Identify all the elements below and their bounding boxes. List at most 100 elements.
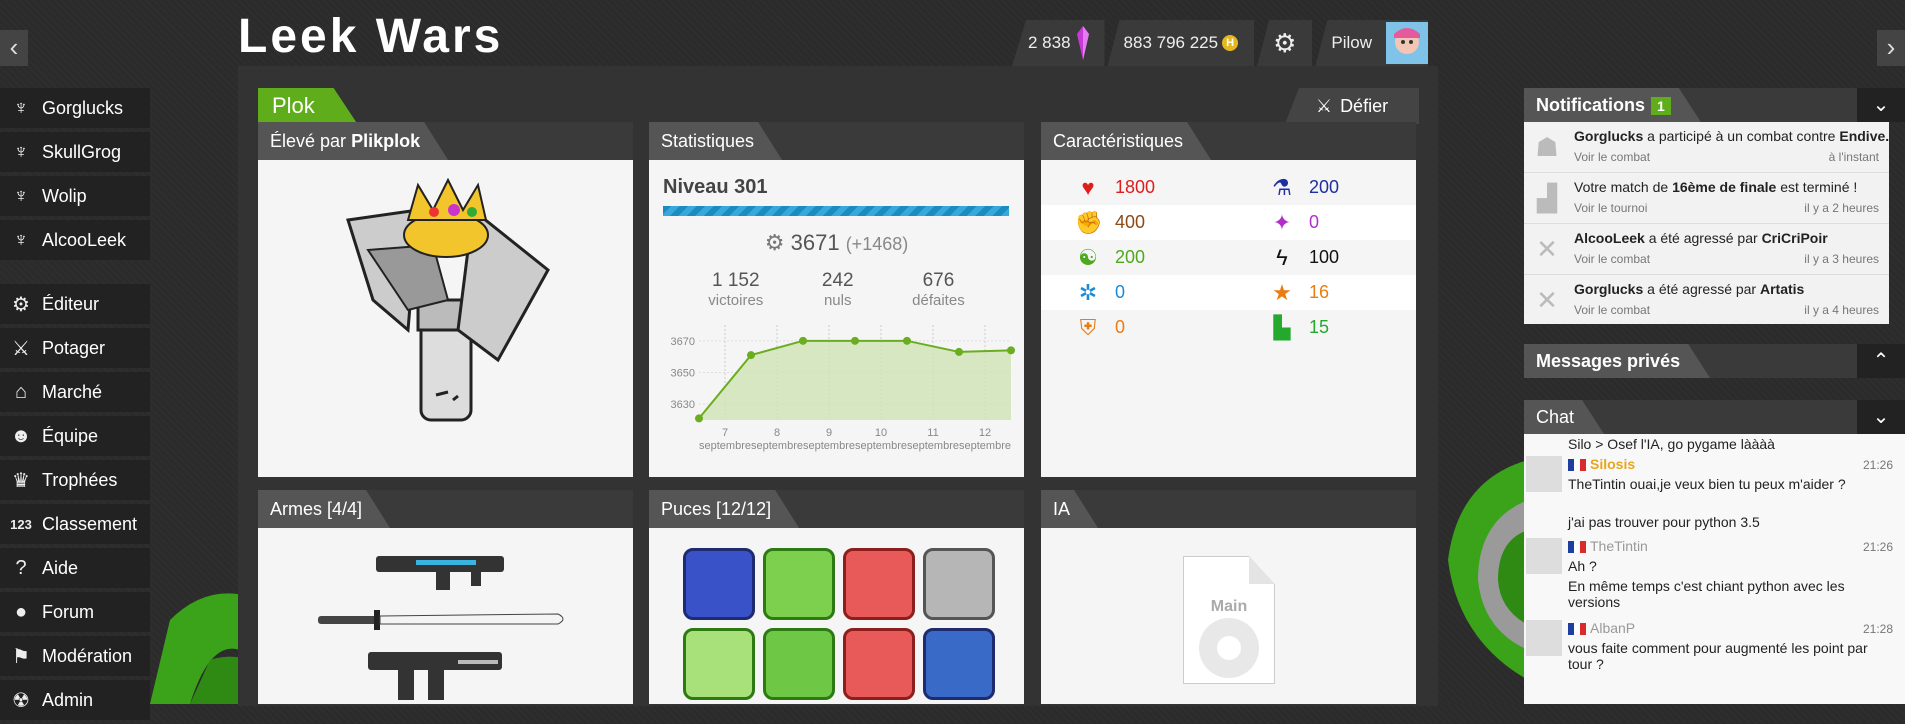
notification-item[interactable]: ✕ Gorglucks a été agressé par Artatis Voir…: [1524, 275, 1889, 324]
x-tick-label: 12 septembre: [959, 427, 1011, 452]
notification-link[interactable]: Voir le tournoi: [1574, 201, 1647, 215]
characteristic: ϟ 100: [1269, 245, 1339, 271]
chevron-down-icon[interactable]: ⌄: [1857, 88, 1905, 122]
talent-point: [695, 414, 703, 423]
sidebar-item-ranking[interactable]: 123 Classement: [0, 504, 150, 544]
chip-lightning[interactable]: [843, 548, 915, 620]
chip-cure[interactable]: [683, 628, 755, 700]
chips-header: Puces [12/12]: [649, 490, 799, 528]
background-leek-right: [1448, 460, 1528, 680]
sidebar-item-editor[interactable]: ⚙ Éditeur: [0, 284, 150, 324]
defeats-count: 676 défaites: [912, 270, 965, 309]
characteristic: ♥ 1800: [1075, 175, 1155, 201]
ai-gear-icon: [1199, 618, 1259, 678]
sidebar-item-help[interactable]: ? Aide: [0, 548, 150, 588]
chevron-up-icon[interactable]: ⌃: [1857, 344, 1905, 378]
chat-author[interactable]: TheTintin: [1568, 538, 1905, 554]
characteristic-row: ⛨ 0 ▙ 15: [1041, 310, 1416, 345]
talent: ⚙ 3671 (+1468): [649, 230, 1024, 256]
sidebar-leek-alcooleek[interactable]: ♆ AlcooLeek: [0, 220, 150, 260]
chip-wall[interactable]: [923, 548, 995, 620]
crystals-counter[interactable]: 2 838: [1012, 20, 1105, 66]
notification-item[interactable]: ☗ Gorglucks a participé à un combat contr…: [1524, 122, 1889, 173]
habs-icon: H: [1222, 35, 1239, 51]
leek-icon: ♆: [13, 96, 29, 119]
resistance-icon: ⛨: [1079, 314, 1097, 340]
chat-author[interactable]: AlbanP: [1568, 620, 1905, 636]
challenge-button[interactable]: ⚔ Défier: [1285, 88, 1419, 124]
talent-delta: (+1468): [845, 234, 909, 254]
talent-point: [1007, 346, 1015, 355]
chevron-down-icon[interactable]: ⌄: [1857, 400, 1905, 434]
notification-date: il y a 4 heures: [1804, 303, 1879, 317]
breeder-link[interactable]: Plikplok: [351, 131, 420, 151]
sidebar-item-garden[interactable]: ⚔ Potager: [0, 328, 150, 368]
characteristic: ✊ 400: [1075, 210, 1145, 236]
leek-wars-logo[interactable]: Leek Wars: [238, 8, 588, 58]
forum-icon: ●: [14, 600, 28, 623]
chat-avatar[interactable]: [1526, 456, 1562, 492]
notification-item[interactable]: ▟ Votre match de 16ème de finale est term…: [1524, 173, 1889, 224]
sidebar-item-label: Équipe: [42, 425, 99, 446]
sidebar-item-trophies[interactable]: ♛ Trophées: [0, 460, 150, 500]
characteristic-value: 100: [1309, 247, 1340, 267]
settings-button[interactable]: ⚙: [1257, 20, 1313, 66]
x-tick-label: 11 septembre: [907, 427, 959, 452]
sidebar-item-moderation[interactable]: ⚑ Modération: [0, 636, 150, 676]
notification-text: Votre match de 16ème de finale est termi…: [1574, 179, 1858, 195]
sidebar-item-team[interactable]: ☻ Équipe: [0, 416, 150, 456]
nav-left-arrow[interactable]: ‹: [0, 30, 28, 66]
x-tick-label: 7 septembre: [699, 427, 751, 452]
chip-protein[interactable]: [683, 548, 755, 620]
sidebar-leek-skullgrog[interactable]: ♆ SkullGrog: [0, 132, 150, 172]
characteristic-value: 400: [1115, 212, 1146, 232]
characteristic: ⛨ 0: [1075, 315, 1125, 341]
sidebar-leek-wolip[interactable]: ♆ Wolip: [0, 176, 150, 216]
sidebar-item-market[interactable]: ⌂ Marché: [0, 372, 150, 412]
nav-right-arrow[interactable]: ›: [1877, 30, 1905, 66]
user-menu[interactable]: Pilow: [1315, 20, 1429, 66]
chat-header: Chat: [1524, 400, 1604, 434]
leek-panel: Élevé par Plikplok: [258, 122, 633, 477]
ai-file[interactable]: Main: [1183, 556, 1275, 684]
chip-shield[interactable]: [763, 628, 835, 700]
characteristic-value: 200: [1115, 247, 1146, 267]
notification-item[interactable]: ✕ AlcooLeek a été agressé par CriCriPoir V…: [1524, 224, 1889, 275]
habs-counter[interactable]: 883 796 225 H: [1107, 20, 1255, 66]
y-tick-label: 3630: [671, 399, 695, 411]
sidebar-leeks: ♆ Gorglucks ♆ SkullGrog ♆ Wolip ♆ AlcooLeek: [0, 88, 150, 264]
weapon-gun[interactable]: [368, 646, 508, 704]
notification-link[interactable]: Voir le combat: [1574, 150, 1650, 164]
characteristic: ▙ 15: [1269, 315, 1330, 341]
chat-time: 21:28: [1862, 622, 1893, 636]
top-bar: 2 838 883 796 225 H ⚙ Pilow: [1012, 20, 1431, 66]
characteristic-row: ✲ 0 ★ 16: [1041, 275, 1416, 310]
ai-panel: IA Main: [1041, 490, 1416, 704]
notification-text: AlcooLeek a été agressé par CriCriPoir: [1574, 230, 1828, 246]
weapon-rocket-launcher[interactable]: [376, 548, 506, 592]
tournament-icon: ▟: [1537, 183, 1557, 213]
sidebar-item-label: Modération: [42, 645, 133, 666]
chip-armor[interactable]: [923, 628, 995, 700]
agility-icon: ✲: [1078, 279, 1098, 305]
notification-link[interactable]: Voir le combat: [1574, 252, 1650, 266]
chip-flame[interactable]: [843, 628, 915, 700]
stats-panel: Statistiques Niveau 301 ⚙ 3671 (+1468) 1…: [649, 122, 1024, 477]
chat-message-text: Silo > Osef l'IA, go pygame làààà: [1568, 436, 1775, 452]
chat-avatar[interactable]: [1526, 538, 1562, 574]
wisdom-icon: ☯: [1078, 244, 1098, 270]
sidebar-item-label: Classement: [42, 513, 138, 534]
weapon-katana[interactable]: [318, 608, 568, 632]
leek-level: Niveau 301: [663, 176, 768, 198]
characteristic-value: 0: [1115, 282, 1126, 302]
ranking-icon: 123: [10, 516, 32, 532]
sidebar-item-forum[interactable]: ● Forum: [0, 592, 150, 632]
chat-time: 21:26: [1862, 540, 1893, 554]
notifications-header: Notifications 1: [1524, 88, 1701, 122]
notification-link[interactable]: Voir le combat: [1574, 303, 1650, 317]
sidebar-leek-gorglucks[interactable]: ♆ Gorglucks: [0, 88, 150, 128]
chat-avatar[interactable]: [1526, 620, 1562, 656]
sidebar-item-admin[interactable]: ☢ Admin: [0, 680, 150, 720]
chat-author[interactable]: Silosis: [1568, 456, 1905, 472]
chip-helmet[interactable]: [763, 548, 835, 620]
